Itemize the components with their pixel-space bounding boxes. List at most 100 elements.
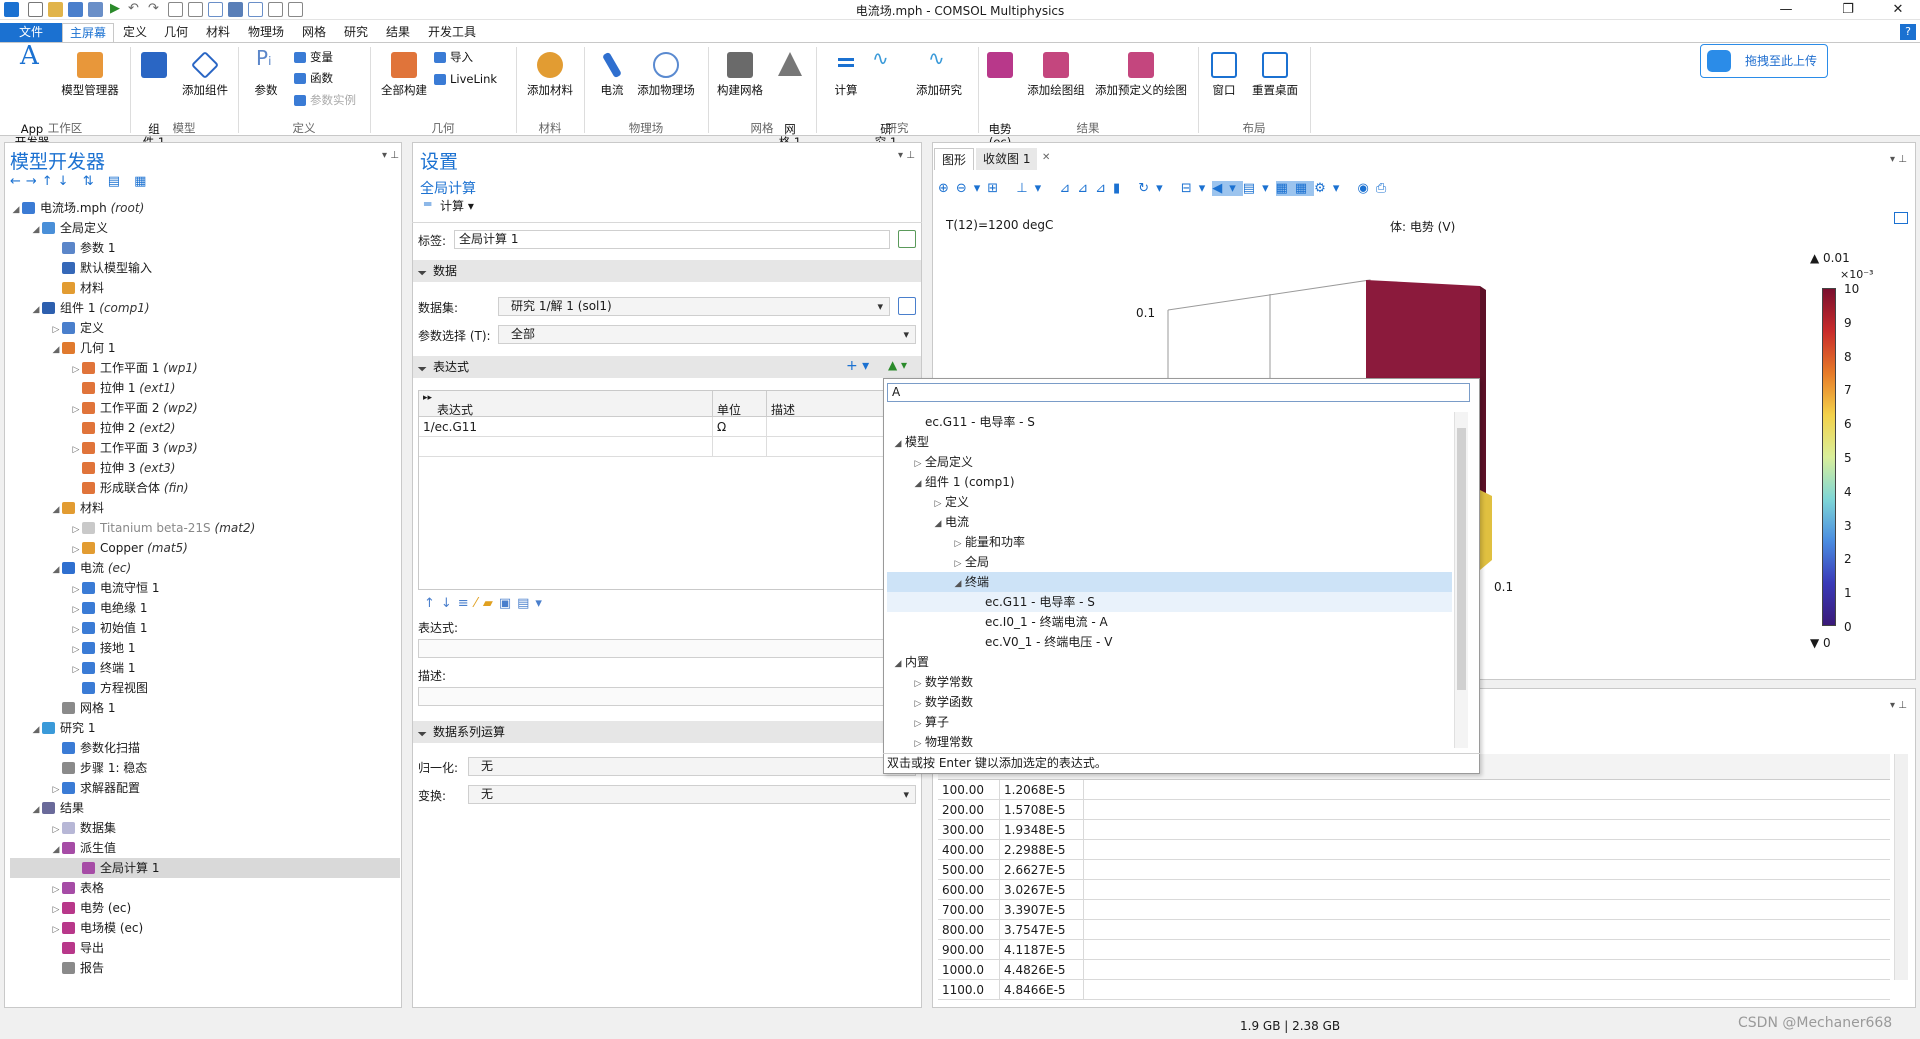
picker-scroll-thumb[interactable] [1457,428,1466,690]
table-cell-value[interactable]: 3.7547E-5 [1000,920,1084,940]
table-cell-param[interactable]: 300.00 [938,820,1000,840]
tree-item[interactable]: ◢ 派生值 [10,838,400,858]
expand-toggle-icon[interactable]: ◢ [50,840,62,860]
picker-item[interactable]: ec.V0_1 - 终端电压 - V [887,632,1452,652]
tree-item[interactable]: ▷ 电流守恒 1 [10,578,400,598]
picker-item[interactable]: ec.G11 - 电导率 - S [887,592,1452,612]
help-icon[interactable]: ? [1900,24,1916,40]
picker-item[interactable]: ▷ 全局定义 [887,452,1452,472]
tree-item[interactable]: 默认模型输入 [10,258,400,278]
picker-toggle-icon[interactable]: ◢ [891,434,905,454]
graphics-toolbar[interactable]: ⊕⊖▾⊞ ⊥▾ ⊿⊿⊿▮ ↻▾ ⊟▾◀▾▤▾▦▦⚙▾ ◉⎙ [938,181,1393,199]
picker-toggle-icon[interactable]: ◢ [911,474,925,494]
build-mesh-button[interactable]: 构建网格 [714,52,766,97]
table-cell-param[interactable]: 900.00 [938,940,1000,960]
tree-item[interactable]: ▷ 工作平面 2 (wp2) [10,398,400,418]
picker-toggle-icon[interactable]: ◢ [951,574,965,594]
menu-geometry[interactable]: 几何 [157,23,195,42]
picker-scrollbar[interactable] [1454,412,1468,748]
tree-item[interactable]: ▷ 定义 [10,318,400,338]
description-field[interactable] [418,687,918,706]
expand-toggle-icon[interactable]: ▷ [50,820,62,840]
functions-button[interactable]: 函数 [292,70,333,87]
table-cell-param[interactable]: 100.00 [938,780,1000,800]
picker-item[interactable]: ▷ 算子 [887,712,1452,732]
description-header[interactable]: 描述 [766,391,795,417]
section-data-header[interactable]: 数据 [413,260,921,282]
expand-toggle-icon[interactable]: ◢ [30,220,42,240]
tree-item[interactable]: 材料 [10,278,400,298]
graphics-menu-icon[interactable]: ▾ ⊥ [1890,154,1907,165]
tab-graphics[interactable]: 图形 [934,148,975,170]
table-cell-value[interactable]: 1.5708E-5 [1000,800,1084,820]
table-cell-value[interactable]: 3.3907E-5 [1000,900,1084,920]
tree-item[interactable]: ▷ 电绝缘 1 [10,598,400,618]
tree-item[interactable]: ▷ 求解器配置 [10,778,400,798]
results-menu-icon[interactable]: ▾ ⊥ [1890,700,1907,711]
find-icon[interactable] [288,2,303,17]
add-expression-icon[interactable]: + ▾ [846,358,869,374]
add-physics-button[interactable]: 添加物理场 [634,52,698,97]
tree-item[interactable]: ◢ 电流场.mph (root) [10,198,400,218]
expand-toggle-icon[interactable]: ◢ [30,300,42,320]
expand-toggle-icon[interactable]: ◢ [50,500,62,520]
picker-item[interactable]: ◢ 电流 [887,512,1452,532]
tree-item[interactable]: ▷ 工作平面 3 (wp3) [10,438,400,458]
model-builder-toolbar[interactable]: ←→↑↓ ⇅ ▤ ▦ [10,174,151,189]
tree-item[interactable]: ◢ 材料 [10,498,400,518]
variables-button[interactable]: 变量 [292,49,333,66]
upload-button[interactable]: 拖拽至此上传 [1700,44,1828,78]
label-edit-icon[interactable] [898,230,916,248]
table-row[interactable]: 800.00 3.7547E-5 [938,920,1890,940]
tree-item[interactable]: 拉伸 3 (ext3) [10,458,400,478]
import-button[interactable]: 导入 [432,49,473,66]
menu-definitions[interactable]: 定义 [116,23,154,42]
picker-toggle-icon[interactable]: ▷ [911,734,925,754]
add-material-button[interactable]: 添加材料 [522,52,578,97]
section-series-header[interactable]: 数据系列运算 [413,721,921,743]
open-file-icon[interactable] [48,2,63,17]
menu-mesh[interactable]: 网格 [295,23,333,42]
table-row[interactable]: 200.00 1.5708E-5 [938,800,1890,820]
normalize-select[interactable]: 无 [468,757,916,776]
table-row[interactable]: 400.00 2.2988E-5 [938,840,1890,860]
picker-item[interactable]: ▷ 数学常数 [887,672,1452,692]
picker-item[interactable]: ▷ 全局 [887,552,1452,572]
table-cell-value[interactable]: 2.6627E-5 [1000,860,1084,880]
build-all-button[interactable]: 全部构建 [378,52,430,97]
maximize-button[interactable]: ❐ [1826,0,1870,20]
duplicate-icon[interactable] [208,2,223,17]
dataset-goto-icon[interactable] [898,297,916,315]
tree-item[interactable]: 全局计算 1 [10,858,400,878]
table-row[interactable]: 900.00 4.1187E-5 [938,940,1890,960]
compute-settings-button[interactable]: ═ 计算 ▾ [424,197,474,214]
expand-toggle-icon[interactable]: ▷ [70,660,82,680]
picker-toggle-icon[interactable]: ▷ [951,534,965,554]
description-cell[interactable] [766,417,767,437]
add-study-button[interactable]: ∿ 添加研究 [910,48,968,97]
results-scrollbar[interactable] [1894,754,1908,980]
expression-cell[interactable]: 1/ec.G11 [423,420,477,434]
tree-item[interactable]: 网格 1 [10,698,400,718]
run-icon[interactable]: ▶ [110,1,120,16]
tree-item[interactable]: ◢ 几何 1 [10,338,400,358]
expand-toggle-icon[interactable]: ◢ [30,720,42,740]
picker-item[interactable]: ◢ 终端 [887,572,1452,592]
tree-item[interactable]: 步骤 1: 稳态 [10,758,400,778]
expand-toggle-icon[interactable]: ◢ [50,340,62,360]
tree-item[interactable]: 导出 [10,938,400,958]
table-cell-value[interactable]: 2.2988E-5 [1000,840,1084,860]
tree-item[interactable]: ◢ 组件 1 (comp1) [10,298,400,318]
table-cell-value[interactable]: 1.2068E-5 [1000,780,1084,800]
add-component-button[interactable]: 添加组件 [176,50,234,97]
save-as-icon[interactable] [88,2,103,17]
redo-icon[interactable]: ↷ [148,1,159,16]
menu-study[interactable]: 研究 [337,23,375,42]
expand-toggle-icon[interactable]: ◢ [30,800,42,820]
tree-item[interactable]: ▷ Titanium beta-21S (mat2) [10,518,400,538]
section-expressions-header[interactable]: 表达式 [413,356,921,378]
table-cell-param[interactable]: 400.00 [938,840,1000,860]
expression-field[interactable] [418,639,918,658]
tree-item[interactable]: ◢ 研究 1 [10,718,400,738]
tree-item[interactable]: ▷ 电势 (ec) [10,898,400,918]
